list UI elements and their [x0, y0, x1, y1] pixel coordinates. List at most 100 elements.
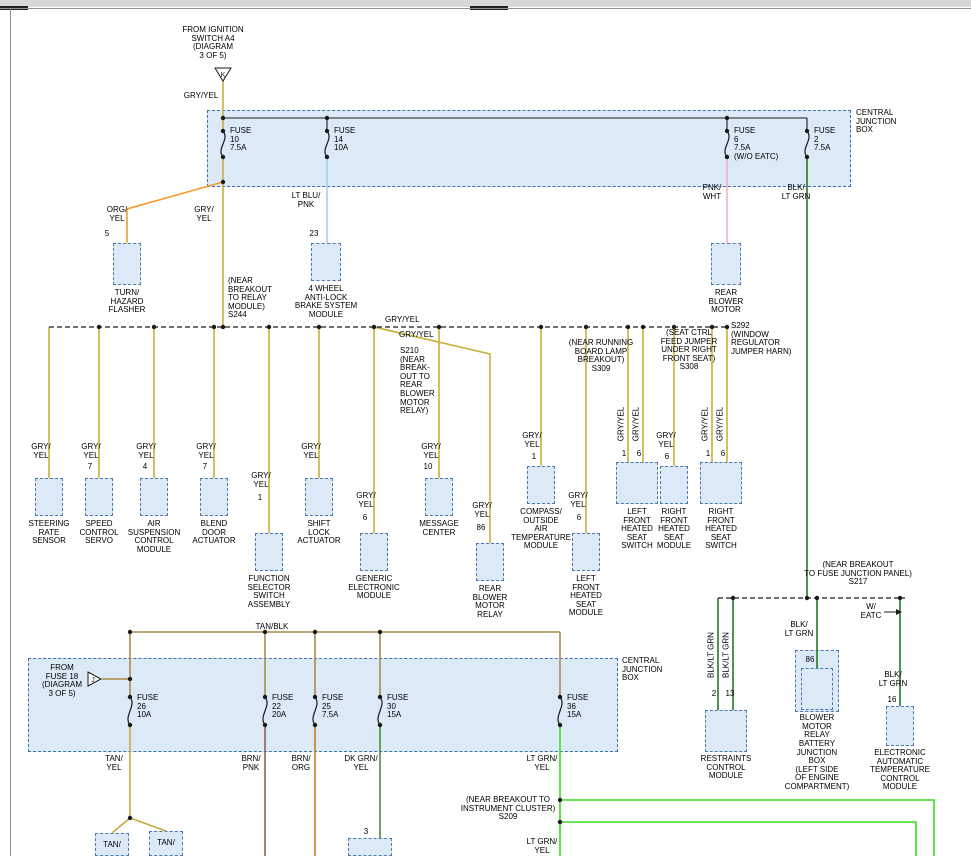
- fuse-14-label: FUSE 14 10A: [334, 127, 355, 153]
- abs-module-label: 4 WHEEL ANTI-LOCK BRAKE SYSTEM MODULE: [295, 285, 357, 319]
- junction-dot: [725, 116, 729, 120]
- pin-23-abs: 23: [310, 230, 319, 239]
- junction-dot: [325, 116, 329, 120]
- fuse18-connector-letter: J: [91, 677, 95, 684]
- brn-org-label: BRN/ ORG: [291, 755, 310, 772]
- tan-yel-branch-1: [112, 818, 130, 833]
- steering-rate-sensor-label: STEERING RATE SENSOR: [29, 520, 70, 546]
- s209-label: (NEAR BREAKOUT TO INSTRUMENT CLUSTER) S2…: [461, 796, 556, 822]
- org-yel-label: ORG/ YEL: [107, 206, 127, 223]
- lt-blu-pnk-label: LT BLU/ PNK: [292, 192, 321, 209]
- gry-yel-gem-label: GRY/ YEL: [356, 492, 375, 509]
- ignition-connector-letter: K: [221, 72, 226, 79]
- pin-6-lf-module: 6: [577, 514, 581, 523]
- w-eatc-arrowhead: [896, 609, 902, 615]
- pin-10-message: 10: [424, 463, 433, 472]
- junction-dot: [731, 596, 735, 600]
- fuse-22-symbol: [263, 697, 267, 725]
- pin-86-rbm-relay: 86: [477, 524, 486, 533]
- junction-dot: [317, 325, 321, 329]
- tan-blk-label: TAN/BLK: [256, 623, 289, 632]
- junction-dot: [539, 325, 543, 329]
- pin-3-cluster: 3: [364, 828, 368, 837]
- lf-heated-seat-switch-label: LEFT FRONT HEATED SEAT SWITCH: [621, 508, 653, 551]
- blend-door-actuator-label: BLEND DOOR ACTUATOR: [192, 520, 235, 546]
- junction-dot: [558, 798, 562, 802]
- gry-yel-lf-module-label: GRY/ YEL: [568, 492, 587, 509]
- junction-dot: [898, 596, 902, 600]
- lf-switch-wire-6-vlabel: GRY/YEL: [632, 407, 641, 442]
- junction-dot: [267, 325, 271, 329]
- junction-dot: [805, 596, 809, 600]
- rear-blower-motor-relay-label: REAR BLOWER MOTOR RELAY: [473, 585, 508, 619]
- rf-switch-wire-1-vlabel: GRY/YEL: [701, 407, 710, 442]
- gry-yel-bus-above-label: GRY/YEL: [385, 316, 420, 325]
- pin-1-function: 1: [258, 494, 262, 503]
- junction-dot: [437, 325, 441, 329]
- fuse-36-label: FUSE 36 15A: [567, 694, 588, 720]
- s292-label: S292 (WINDOW REGULATOR JUMPER HARN): [731, 322, 791, 356]
- gry-yel-air-label: GRY/ YEL: [136, 443, 155, 460]
- tan-partial-label-2: TAN/: [157, 839, 175, 848]
- fuse-10-label: FUSE 10 7.5A: [230, 127, 251, 153]
- speed-control-servo-label: SPEED CONTROL SERVO: [79, 520, 118, 546]
- s309-label: (NEAR RUNNING BOARD LAMP BREAKOUT) S309: [569, 339, 633, 373]
- lf-heated-seat-module-label: LEFT FRONT HEATED SEAT MODULE: [569, 575, 603, 618]
- pin-1-compass: 1: [532, 453, 536, 462]
- wiring-diagram: KJFROM IGNITION SWITCH A4 (DIAGRAM 3 OF …: [0, 0, 971, 856]
- junction-dot: [97, 325, 101, 329]
- generic-electronic-module-label: GENERIC ELECTRONIC MODULE: [348, 575, 400, 601]
- fuse-22-label: FUSE 22 20A: [272, 694, 293, 720]
- cjb-bottom-label: CENTRAL JUNCTION BOX: [622, 657, 662, 683]
- junction-dot: [584, 325, 588, 329]
- junction-dot: [558, 820, 562, 824]
- junction-dot: [815, 596, 819, 600]
- junction-dot: [372, 325, 376, 329]
- brn-pnk-label: BRN/ PNK: [241, 755, 260, 772]
- junction-dot: [221, 325, 225, 329]
- blk-lt-grn-label-top: BLK/ LT GRN: [782, 184, 811, 201]
- gry-yel-blend-label: GRY/ YEL: [196, 443, 215, 460]
- lt-grn-yel-label: LT GRN/ YEL: [527, 755, 558, 772]
- gry-yel-rbm-relay-label: GRY/ YEL: [472, 502, 491, 519]
- fuse-25-label: FUSE 25 7.5A: [322, 694, 343, 720]
- junction-dot: [313, 630, 317, 634]
- rear-blower-motor-label: REAR BLOWER MOTOR: [709, 289, 744, 315]
- pin-16-eatc: 16: [888, 696, 897, 705]
- junction-dot: [152, 325, 156, 329]
- fuse18-source-label: FROM FUSE 18 (DIAGRAM 3 OF 5): [42, 664, 82, 698]
- fuse-30-label: FUSE 30 15A: [387, 694, 408, 720]
- fuse-2-label: FUSE 2 7.5A: [814, 127, 835, 153]
- junction-dot: [378, 630, 382, 634]
- fuse-14-symbol: [325, 131, 329, 157]
- s308-label: (SEAT CTRL FEED JUMPER UNDER RIGHT FRONT…: [661, 329, 717, 372]
- message-center-label: MESSAGE CENTER: [419, 520, 459, 537]
- pin-6-lf-switch: 6: [637, 450, 641, 459]
- fuse-30-symbol: [378, 697, 382, 725]
- shift-lock-actuator-label: SHIFT LOCK ACTUATOR: [297, 520, 340, 546]
- s244-label: (NEAR BREAKOUT TO RELAY MODULE) S244: [228, 277, 272, 320]
- pin-6-rf-switch: 6: [721, 450, 725, 459]
- compass-oat-label: COMPASS/ OUTSIDE AIR TEMPERATURE MODULE: [511, 508, 571, 551]
- pin-5-flasher: 5: [105, 230, 109, 239]
- fuse-2-symbol: [805, 131, 809, 157]
- junction-dot: [128, 816, 132, 820]
- blk-lt-grn-eatc-label: BLK/ LT GRN: [879, 671, 908, 688]
- rf-heated-seat-switch-label: RIGHT FRONT HEATED SEAT SWITCH: [705, 508, 737, 551]
- gry-yel-bus-below-label: GRY/YEL: [399, 331, 434, 340]
- restraints-label: RESTRAINTS CONTROL MODULE: [701, 755, 752, 781]
- lf-switch-wire-1-vlabel: GRY/YEL: [617, 407, 626, 442]
- s210-label: S210 (NEAR BREAK- OUT TO REAR BLOWER MOT…: [400, 347, 435, 416]
- gry-yel-rf-module-label: GRY/ YEL: [656, 432, 675, 449]
- fuse-26-label: FUSE 26 10A: [137, 694, 158, 720]
- fuse-6-label: FUSE 6 7.5A (W/O EATC): [734, 127, 778, 161]
- tan-partial-label-1: TAN/: [103, 841, 121, 850]
- junction-dot: [128, 677, 132, 681]
- pin-6-rf-module: 6: [665, 453, 669, 462]
- restraints-wire-13-vlabel: BLK/LT GRN: [722, 632, 731, 678]
- junction-dot: [212, 325, 216, 329]
- junction-dot: [641, 325, 645, 329]
- junction-dot: [221, 180, 225, 184]
- gry-yel-label-top: GRY/YEL: [184, 92, 219, 101]
- s217-label: (NEAR BREAKOUT TO FUSE JUNCTION PANEL) S…: [804, 561, 912, 587]
